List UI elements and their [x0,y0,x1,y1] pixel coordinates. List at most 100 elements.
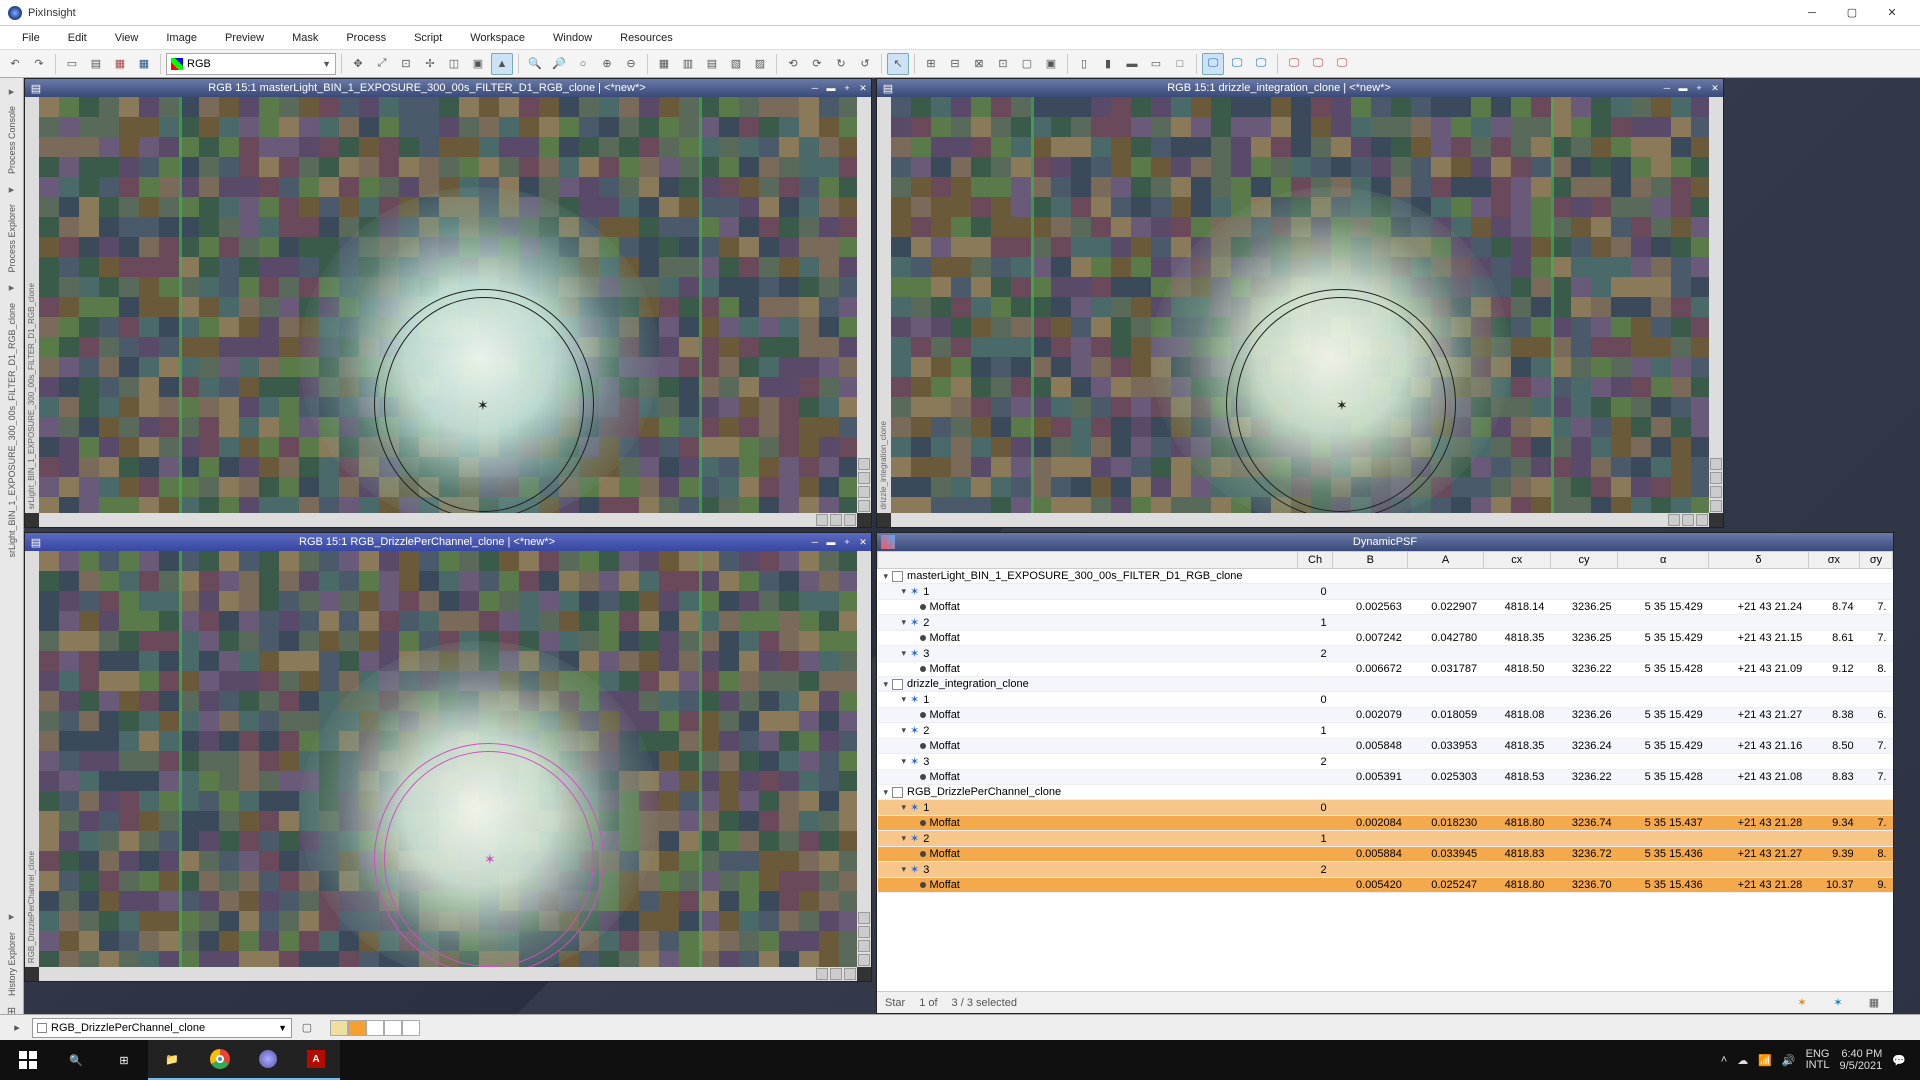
image-viewport-bl[interactable]: ✶ [39,551,857,967]
swatch-icon[interactable] [348,1020,366,1036]
psf-group-row[interactable]: ▾masterLight_BIN_1_EXPOSURE_300_00s_FILT… [878,569,1893,584]
psf-fit-row[interactable]: Moffat0.0020790.0180594818.083236.265 35… [878,708,1893,723]
readout-icon[interactable]: ▣ [467,53,489,75]
scroll-arrow-icon[interactable] [858,954,870,966]
scroll-arrow-icon[interactable] [858,472,870,484]
expand-icon[interactable]: ▾ [902,802,907,813]
hist2-icon[interactable]: ⊠ [968,53,990,75]
menu-resources[interactable]: Resources [606,28,687,48]
fit-icon[interactable]: ⤢ [371,53,393,75]
new-image-icon[interactable]: ▭ [61,53,83,75]
acrobat-icon[interactable]: A [292,1040,340,1080]
menu-file[interactable]: File [8,28,54,48]
psf-fit-row[interactable]: Moffat0.0072420.0427804818.353236.255 35… [878,631,1893,646]
tile-icon[interactable]: ▦ [133,53,155,75]
screen4-icon[interactable]: 🖵 [1307,53,1329,75]
scroll-arrow-icon[interactable] [858,500,870,512]
psf-star-row[interactable]: ▾✶10 [878,692,1893,708]
screen1-icon[interactable]: 🖵 [1226,53,1248,75]
image-viewport-tl[interactable]: ✶ [39,97,857,513]
swatch-icon[interactable] [384,1020,402,1036]
taskview-button[interactable]: ⊞ [100,1040,148,1080]
rail-pin4-icon[interactable]: ▸ [3,908,21,926]
zoom-icon[interactable]: ○ [572,53,594,75]
rail-pin3-icon[interactable]: ▸ [3,279,21,297]
expand-icon[interactable]: ▾ [884,571,889,582]
status-pin-icon[interactable]: ▸ [6,1017,28,1039]
rail-process-explorer[interactable]: Process Explorer [5,200,19,277]
menu-edit[interactable]: Edit [54,28,101,48]
volume-icon[interactable]: 🔊 [1782,1054,1796,1067]
menu-mask[interactable]: Mask [278,28,332,48]
grid3-icon[interactable]: ▧ [725,53,747,75]
screen0-icon[interactable]: 🖵 [1202,53,1224,75]
expand-icon[interactable]: ▾ [902,648,907,659]
psf-col-header[interactable]: cx [1483,552,1550,569]
zoom-in-icon[interactable]: 🔍 [524,53,546,75]
start-button[interactable] [4,1040,52,1080]
chrome-icon[interactable] [196,1040,244,1080]
arrows-icon[interactable]: ✢ [419,53,441,75]
rail-pin-icon[interactable]: ▸ [3,82,21,100]
checkbox[interactable] [892,571,903,582]
psf-fit-row[interactable]: Moffat0.0066720.0317874818.503236.225 35… [878,662,1893,677]
screen3-icon[interactable]: 🖵 [1283,53,1305,75]
psf-star-row[interactable]: ▾✶32 [878,646,1893,662]
checkbox[interactable] [892,787,903,798]
status-preview-icon[interactable]: ▢ [296,1017,318,1039]
psf-star-row[interactable]: ▾✶10 [878,584,1893,600]
window-shade-icon[interactable]: ▬ [823,81,839,95]
window-titlebar-tr[interactable]: ▤ RGB 15:1 drizzle_integration_clone | <… [877,79,1723,97]
window-shade-icon[interactable]: ▬ [1675,81,1691,95]
pixinsight-taskbar-icon[interactable] [244,1040,292,1080]
swatch-icon[interactable] [366,1020,384,1036]
hist1-icon[interactable]: ⊟ [944,53,966,75]
grid4-icon[interactable]: ▨ [749,53,771,75]
scroll-arrow-icon[interactable] [830,968,842,980]
expand-icon[interactable]: ▾ [902,864,907,875]
scroll-arrow-icon[interactable] [816,514,828,526]
window-titlebar-tl[interactable]: ▤ RGB 15:1 masterLight_BIN_1_EXPOSURE_30… [25,79,871,97]
psf-col-header[interactable]: δ [1709,552,1808,569]
psf-col-header[interactable]: Ch [1298,552,1333,569]
explorer-icon[interactable]: 📁 [148,1040,196,1080]
psf-tool-icon[interactable]: ✶ [1791,992,1813,1014]
hist0-icon[interactable]: ⊞ [920,53,942,75]
pointer-icon[interactable]: ▲ [491,53,513,75]
psf-col-header[interactable]: σx [1808,552,1859,569]
window-close-icon[interactable]: ✕ [1707,81,1723,95]
layout0-icon[interactable]: ▯ [1073,53,1095,75]
notifications-icon[interactable]: 💬 [1892,1054,1906,1067]
psf-col-header[interactable]: A [1408,552,1483,569]
tray-chevron-icon[interactable]: ˄ [1721,1054,1727,1066]
menu-workspace[interactable]: Workspace [456,28,539,48]
expand-icon[interactable]: ▾ [884,787,889,798]
menu-window[interactable]: Window [539,28,606,48]
channel-selector[interactable]: RGB ▼ [166,53,336,75]
swatch-icon[interactable] [330,1020,348,1036]
layout1-icon[interactable]: ▮ [1097,53,1119,75]
psf-fit-row[interactable]: Moffat0.0025630.0229074818.143236.255 35… [878,600,1893,615]
scroll-arrow-icon[interactable] [830,514,842,526]
layout3-icon[interactable]: ▭ [1145,53,1167,75]
psf-col-header[interactable] [878,552,1298,569]
layout4-icon[interactable]: □ [1169,53,1191,75]
scroll-arrow-icon[interactable] [858,486,870,498]
zoom-out-icon[interactable]: 🔎 [548,53,570,75]
psf-group-row[interactable]: ▾drizzle_integration_clone [878,677,1893,692]
psf-titlebar[interactable]: DynamicPSF [877,533,1893,551]
scroll-arrow-icon[interactable] [1668,514,1680,526]
lang-indicator[interactable]: ENGINTL [1806,1049,1830,1071]
rail-pin2-icon[interactable]: ▸ [3,180,21,198]
scroll-arrow-icon[interactable] [844,514,856,526]
hist3-icon[interactable]: ⊡ [992,53,1014,75]
zoom-reset-icon[interactable]: ⊖ [620,53,642,75]
scroll-arrow-icon[interactable] [1710,486,1722,498]
psf-star-row[interactable]: ▾✶10 [878,800,1893,816]
rail-image-tab[interactable]: srLight_BIN_1_EXPOSURE_300_00s_FILTER_D1… [5,299,19,561]
grid2-icon[interactable]: ▤ [701,53,723,75]
duplicate-icon[interactable]: ▦ [109,53,131,75]
menu-process[interactable]: Process [332,28,400,48]
psf-star-row[interactable]: ▾✶32 [878,754,1893,770]
expand-icon[interactable]: ▾ [902,617,907,628]
